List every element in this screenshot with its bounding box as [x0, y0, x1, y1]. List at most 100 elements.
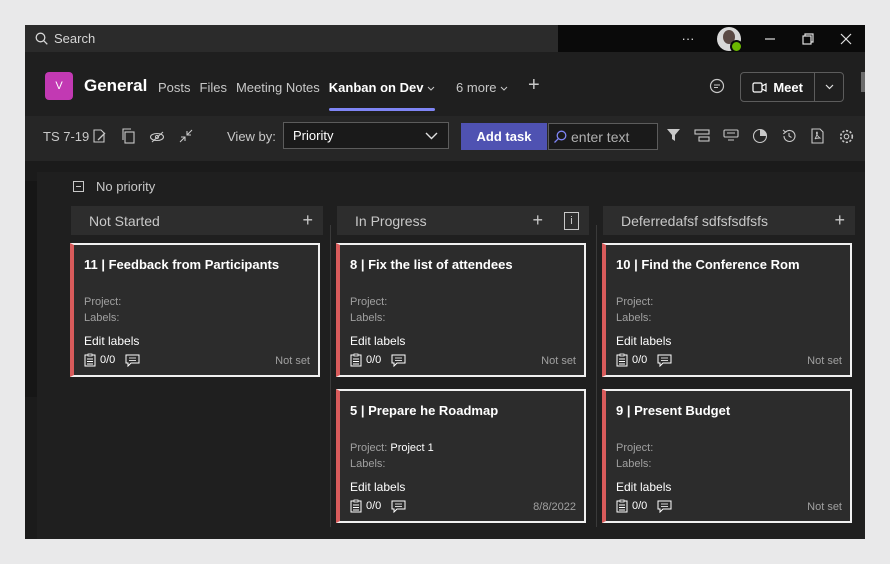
- meet-button-group: Meet: [740, 72, 844, 102]
- card-meta: 0/0: [84, 353, 140, 367]
- project-label: Project:: [616, 296, 654, 308]
- card-labels: Labels:: [84, 312, 120, 324]
- checklist-count: 0/0: [366, 354, 382, 366]
- task-card[interactable]: 10 | Find the Conference Rom Project: La…: [602, 243, 852, 377]
- close-button[interactable]: [827, 25, 865, 52]
- swimlane-title: No priority: [96, 179, 156, 194]
- due-date: Not set: [541, 355, 576, 367]
- copy-icon[interactable]: [121, 128, 136, 144]
- pie-chart-icon[interactable]: [752, 128, 768, 144]
- minimize-icon: [765, 37, 775, 40]
- tab-kanban-label: Kanban on Dev: [328, 80, 424, 95]
- card-settings-icon[interactable]: [723, 128, 739, 143]
- card-meta: 0/0: [616, 499, 672, 513]
- comment-icon[interactable]: [391, 500, 406, 513]
- comment-icon[interactable]: [657, 500, 672, 513]
- swimlanes-icon[interactable]: [694, 128, 710, 143]
- edit-icon[interactable]: [92, 128, 108, 144]
- comment-icon[interactable]: [125, 354, 140, 367]
- tab-more[interactable]: 6 more: [456, 80, 508, 110]
- task-card[interactable]: 9 | Present Budget Project: Labels: Edit…: [602, 389, 852, 523]
- minimize-button[interactable]: [751, 25, 789, 52]
- teams-window: Search ··· V General Posts Files Meeting…: [25, 25, 865, 539]
- history-icon[interactable]: [781, 128, 797, 144]
- card-project: Project:: [616, 442, 653, 454]
- checklist-icon: [350, 499, 362, 513]
- column-divider: [330, 225, 331, 527]
- card-labels: Labels:: [350, 312, 386, 324]
- team-avatar[interactable]: V: [45, 72, 73, 100]
- meet-dropdown-button[interactable]: [815, 84, 843, 90]
- scroll-edge: [861, 72, 865, 92]
- project-label: Project:: [350, 442, 388, 454]
- card-title: 9 | Present Budget: [616, 403, 731, 418]
- add-card-button[interactable]: +: [532, 210, 543, 231]
- comment-icon[interactable]: [391, 354, 406, 367]
- pdf-export-icon[interactable]: [810, 128, 825, 144]
- collapse-icon[interactable]: [178, 128, 194, 144]
- filter-text-input[interactable]: enter text: [548, 123, 658, 150]
- project-label: Project:: [84, 296, 122, 308]
- task-card[interactable]: 11 | Feedback from Participants Project:…: [70, 243, 320, 377]
- task-card[interactable]: 8 | Fix the list of attendees Project: L…: [336, 243, 586, 377]
- filter-icon[interactable]: [666, 128, 681, 143]
- checklist-icon: [616, 353, 628, 367]
- tab-files[interactable]: Files: [200, 80, 227, 110]
- gear-icon[interactable]: [838, 128, 855, 145]
- card-title: 11 | Feedback from Participants: [84, 257, 280, 272]
- card-title: 10 | Find the Conference Rom: [616, 257, 800, 272]
- add-task-button[interactable]: Add task: [461, 123, 547, 150]
- card-labels: Labels:: [616, 312, 652, 324]
- edit-labels-link[interactable]: Edit labels: [616, 480, 671, 494]
- tab-more-label: 6 more: [456, 80, 497, 95]
- project-label: Project:: [350, 296, 388, 308]
- column-title: Deferredafsf sdfsfsdfsfs: [621, 212, 769, 229]
- add-card-button[interactable]: +: [302, 210, 313, 231]
- card-title: 8 | Fix the list of attendees: [350, 257, 513, 272]
- search-box[interactable]: Search: [25, 25, 558, 52]
- checklist-count: 0/0: [632, 354, 648, 366]
- edit-labels-link[interactable]: Edit labels: [616, 334, 671, 348]
- task-card[interactable]: 5 | Prepare he Roadmap Project: Project …: [336, 389, 586, 523]
- meet-button[interactable]: Meet: [741, 73, 816, 101]
- card-project: Project:: [616, 296, 653, 308]
- more-icon: ···: [681, 31, 695, 46]
- add-card-button[interactable]: +: [834, 210, 845, 231]
- tab-meeting-notes[interactable]: Meeting Notes: [236, 80, 320, 110]
- meet-label: Meet: [773, 79, 803, 95]
- swimlane-header[interactable]: No priority: [73, 179, 155, 194]
- restore-button[interactable]: [789, 25, 827, 52]
- view-by-select[interactable]: Priority: [283, 122, 449, 149]
- card-labels: Labels:: [616, 458, 652, 470]
- card-project: Project: Project 1: [350, 442, 434, 454]
- video-camera-icon: [752, 81, 767, 93]
- card-labels: Labels:: [350, 458, 386, 470]
- edit-labels-link[interactable]: Edit labels: [350, 480, 405, 494]
- card-title: 5 | Prepare he Roadmap: [350, 403, 499, 418]
- comment-icon[interactable]: [657, 354, 672, 367]
- conversation-icon[interactable]: [709, 78, 725, 94]
- tab-kanban-on-dev[interactable]: Kanban on Dev: [328, 80, 436, 111]
- card-meta: 0/0: [350, 499, 406, 513]
- column-title: In Progress: [355, 212, 427, 229]
- window-controls: ···: [669, 25, 865, 53]
- project-label: Project:: [616, 442, 654, 454]
- sprint-label[interactable]: TS 7-19: [43, 129, 89, 144]
- column-header-deferred: Deferredafsf sdfsfsdfsfs +: [603, 206, 855, 235]
- column-title: Not Started: [89, 212, 160, 229]
- chevron-down-icon: [825, 84, 834, 90]
- user-avatar[interactable]: [717, 26, 743, 53]
- hide-icon[interactable]: [149, 128, 166, 144]
- edit-labels-link[interactable]: Edit labels: [350, 334, 405, 348]
- more-options-button[interactable]: ···: [669, 25, 707, 52]
- due-date: Not set: [807, 501, 842, 513]
- search-placeholder: Search: [54, 31, 96, 46]
- add-tab-button[interactable]: +: [528, 74, 540, 97]
- collapse-swimlane-icon[interactable]: [73, 181, 84, 192]
- search-icon: [35, 32, 48, 45]
- tab-posts[interactable]: Posts: [158, 80, 191, 110]
- checklist-icon: [350, 353, 362, 367]
- channel-header: V General Posts Files Meeting Notes Kanb…: [25, 52, 865, 116]
- info-icon[interactable]: i: [564, 212, 579, 230]
- edit-labels-link[interactable]: Edit labels: [84, 334, 139, 348]
